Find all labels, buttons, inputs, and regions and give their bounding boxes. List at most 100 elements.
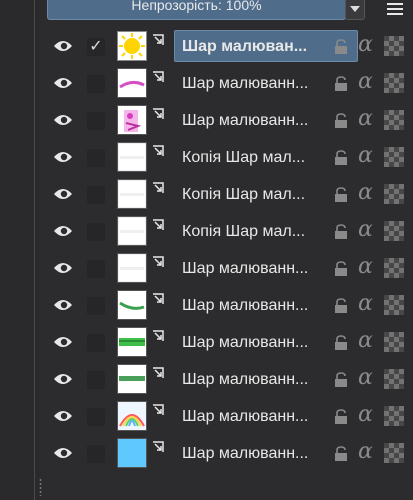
- alpha-lock-icon[interactable]: α: [358, 32, 378, 58]
- eye-icon[interactable]: [53, 224, 73, 238]
- layer-thumbnail[interactable]: [117, 142, 147, 172]
- layer-checkbox[interactable]: [87, 297, 105, 315]
- lock-icon[interactable]: [334, 409, 348, 424]
- eye-icon[interactable]: [53, 150, 73, 164]
- eye-icon[interactable]: [53, 335, 73, 349]
- hamburger-icon[interactable]: [377, 0, 413, 18]
- layer-thumbnail[interactable]: [117, 290, 147, 320]
- eye-icon[interactable]: [53, 261, 73, 275]
- layer-row[interactable]: Шар малюванн... α: [47, 250, 413, 287]
- alpha-lock-icon[interactable]: α: [358, 217, 378, 243]
- layer-name-box[interactable]: Шар малюванн...: [174, 437, 358, 469]
- lock-icon[interactable]: [334, 335, 348, 350]
- lock-icon[interactable]: [334, 187, 348, 202]
- lock-icon[interactable]: [334, 261, 348, 276]
- alpha-lock-icon[interactable]: α: [358, 402, 378, 428]
- layer-row[interactable]: Шар малюванн... α: [47, 324, 413, 361]
- layer-thumbnail[interactable]: [117, 68, 147, 98]
- layer-name-box[interactable]: Шар малюванн...: [174, 400, 358, 432]
- lock-icon[interactable]: [334, 150, 348, 165]
- alpha-lock-icon[interactable]: α: [358, 69, 378, 95]
- layer-checkbox[interactable]: [87, 371, 105, 389]
- layer-name-box[interactable]: Шар малюванн...: [174, 326, 358, 358]
- lock-icon[interactable]: [334, 298, 348, 313]
- layer-row[interactable]: Шар малюванн... α: [47, 287, 413, 324]
- layer-checkbox[interactable]: [87, 186, 105, 204]
- blend-mode-icon[interactable]: [384, 36, 404, 56]
- layer-row[interactable]: Копія Шар мал... α: [47, 176, 413, 213]
- blend-mode-icon[interactable]: [384, 295, 404, 315]
- alpha-lock-icon[interactable]: α: [358, 328, 378, 354]
- layer-row[interactable]: Копія Шар мал... α: [47, 213, 413, 250]
- layer-checkbox[interactable]: [87, 223, 105, 241]
- layer-row[interactable]: Копія Шар мал... α: [47, 139, 413, 176]
- blend-mode-icon[interactable]: [384, 406, 404, 426]
- layer-thumbnail[interactable]: [117, 364, 147, 394]
- resize-handle[interactable]: [39, 478, 42, 496]
- layer-thumbnail[interactable]: [117, 253, 147, 283]
- eye-icon[interactable]: [53, 39, 73, 53]
- blend-mode-icon[interactable]: [384, 110, 404, 130]
- layer-checkbox[interactable]: [87, 334, 105, 352]
- layer-name-box[interactable]: Шар малюванн...: [174, 104, 358, 136]
- alpha-lock-icon[interactable]: α: [358, 291, 378, 317]
- opacity-field[interactable]: Непрозорість: 100%: [47, 0, 346, 20]
- blend-mode-icon[interactable]: [384, 332, 404, 352]
- layer-checkbox[interactable]: ✓: [87, 38, 105, 56]
- lock-icon[interactable]: [334, 224, 348, 239]
- blend-mode-icon[interactable]: [384, 221, 404, 241]
- lock-icon[interactable]: [334, 76, 348, 91]
- eye-icon[interactable]: [53, 187, 73, 201]
- alpha-lock-icon[interactable]: α: [358, 254, 378, 280]
- blend-mode-icon[interactable]: [384, 443, 404, 463]
- layer-checkbox[interactable]: [87, 75, 105, 93]
- layer-thumbnail[interactable]: [117, 401, 147, 431]
- layer-name-box[interactable]: Шар малюванн...: [174, 67, 358, 99]
- chevron-down-icon[interactable]: [345, 0, 365, 20]
- layer-thumbnail[interactable]: [117, 216, 147, 246]
- eye-icon[interactable]: [53, 446, 73, 460]
- eye-icon[interactable]: [53, 409, 73, 423]
- layer-thumbnail[interactable]: [117, 31, 147, 61]
- layer-checkbox[interactable]: [87, 260, 105, 278]
- alpha-lock-icon[interactable]: α: [358, 106, 378, 132]
- layer-thumbnail[interactable]: [117, 105, 147, 135]
- layer-thumbnail[interactable]: [117, 179, 147, 209]
- blend-mode-icon[interactable]: [384, 369, 404, 389]
- layer-row[interactable]: Шар малюванн... α: [47, 435, 413, 472]
- layer-row[interactable]: Шар малюванн... α: [47, 65, 413, 102]
- lock-icon[interactable]: [334, 113, 348, 128]
- layer-checkbox[interactable]: [87, 112, 105, 130]
- lock-icon[interactable]: [334, 39, 348, 54]
- layer-thumbnail[interactable]: [117, 327, 147, 357]
- layer-row[interactable]: ✓ Шар малюван... α: [47, 28, 413, 65]
- lock-icon[interactable]: [334, 446, 348, 461]
- layer-row[interactable]: Шар малюванн... α: [47, 398, 413, 435]
- eye-icon[interactable]: [53, 298, 73, 312]
- layer-name-box[interactable]: Копія Шар мал...: [174, 141, 358, 173]
- eye-icon[interactable]: [53, 76, 73, 90]
- layer-name-box[interactable]: Копія Шар мал...: [174, 178, 358, 210]
- layer-checkbox[interactable]: [87, 149, 105, 167]
- layer-name-box[interactable]: Шар малюванн...: [174, 363, 358, 395]
- layer-name-box[interactable]: Шар малюванн...: [174, 289, 358, 321]
- alpha-lock-icon[interactable]: α: [358, 143, 378, 169]
- alpha-lock-icon[interactable]: α: [358, 365, 378, 391]
- layer-thumbnail[interactable]: [117, 438, 147, 468]
- layer-row[interactable]: Шар малюванн... α: [47, 361, 413, 398]
- blend-mode-icon[interactable]: [384, 258, 404, 278]
- layer-name-box[interactable]: Копія Шар мал...: [174, 215, 358, 247]
- layer-row[interactable]: Шар малюванн... α: [47, 102, 413, 139]
- blend-mode-icon[interactable]: [384, 184, 404, 204]
- eye-icon[interactable]: [53, 372, 73, 386]
- blend-mode-icon[interactable]: [384, 147, 404, 167]
- blend-mode-icon[interactable]: [384, 73, 404, 93]
- layer-name-box[interactable]: Шар малюван...: [174, 30, 358, 62]
- layer-checkbox[interactable]: [87, 445, 105, 463]
- layer-checkbox[interactable]: [87, 408, 105, 426]
- alpha-lock-icon[interactable]: α: [358, 439, 378, 465]
- layer-name-box[interactable]: Шар малюванн...: [174, 252, 358, 284]
- eye-icon[interactable]: [53, 113, 73, 127]
- alpha-lock-icon[interactable]: α: [358, 180, 378, 206]
- lock-icon[interactable]: [334, 372, 348, 387]
